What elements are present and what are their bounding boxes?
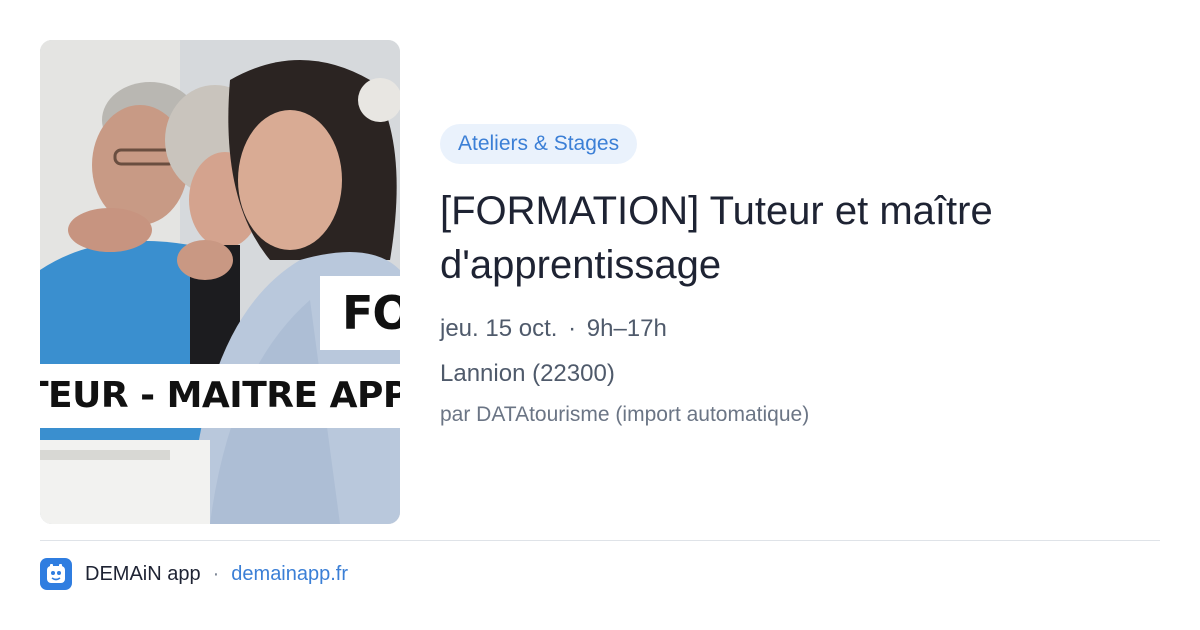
event-thumbnail[interactable]: FO TEUR - MAITRE APP (40, 40, 400, 524)
thumbnail-overlay-logo: FO (320, 276, 400, 350)
footer: DEMAiN app · demainapp.fr (40, 558, 348, 590)
footer-separator: · (212, 562, 220, 585)
event-datetime: jeu. 15 oct. · 9h–17h (440, 314, 1160, 344)
event-info: Ateliers & Stages [FORMATION] Tuteur et … (440, 124, 1160, 429)
event-date: jeu. 15 oct. (440, 315, 558, 342)
event-title[interactable]: [FORMATION] Tuteur et maître d'apprentis… (440, 184, 1160, 292)
thumbnail-overlay-banner: TEUR - MAITRE APP (40, 364, 400, 428)
app-name[interactable]: DEMAiN app (85, 563, 201, 586)
event-location: Lannion (22300) (440, 360, 615, 387)
event-source: par DATAtourisme (import automatique) (440, 403, 810, 426)
domain-link[interactable]: demainapp.fr (231, 563, 348, 586)
footer-divider (40, 540, 1160, 541)
datetime-separator: · (568, 315, 577, 342)
event-time: 9h–17h (586, 315, 667, 342)
category-badge[interactable]: Ateliers & Stages (440, 124, 638, 164)
app-logo-icon (40, 558, 72, 590)
